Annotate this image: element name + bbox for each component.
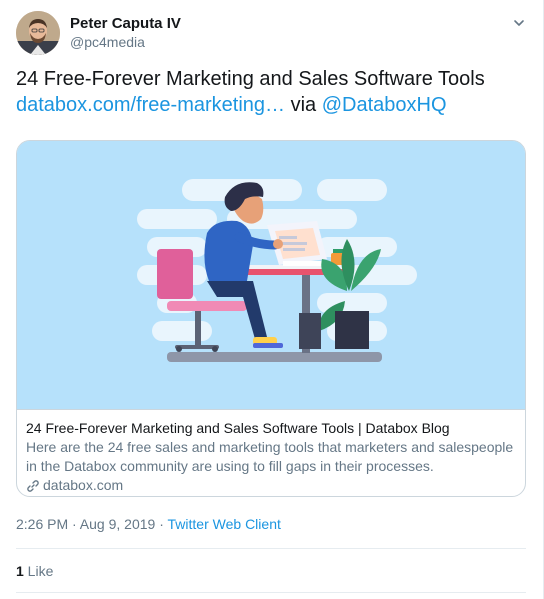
card-image [17,141,525,409]
link-preview-card[interactable]: 24 Free-Forever Marketing and Sales Soft… [16,140,526,497]
timestamp[interactable]: 2:26 PM · Aug 9, 2019 [16,516,155,532]
card-domain: databox.com [26,476,516,495]
author-avatar[interactable] [16,11,60,55]
tweet-text-line: 24 Free-Forever Marketing and Sales Soft… [16,68,485,90]
like-label: Like [23,563,54,579]
tweet-text: 24 Free-Forever Marketing and Sales Soft… [16,66,526,118]
tweet-metadata: 2:26 PM · Aug 9, 2019 · Twitter Web Clie… [16,516,281,532]
tweet-url-link[interactable]: databox.com/free-marketing… [16,94,285,116]
meta-separator: · [155,516,168,532]
mention-link[interactable]: @DataboxHQ [322,94,447,116]
client-link[interactable]: Twitter Web Client [168,516,281,532]
divider [16,548,526,549]
like-count[interactable]: 1 Like [16,563,53,579]
via-text: via [285,94,322,116]
tweet: Peter Caputa IV @pc4media 24 Free-Foreve… [0,0,544,599]
card-title: 24 Free-Forever Marketing and Sales Soft… [26,420,450,436]
person-avatar-icon [16,11,60,55]
author-handle[interactable]: @pc4media [70,34,145,50]
chevron-down-icon[interactable] [510,14,528,32]
author-name[interactable]: Peter Caputa IV [70,15,181,32]
card-body: 24 Free-Forever Marketing and Sales Soft… [17,409,525,496]
like-count-number: 1 [16,563,24,579]
card-domain-text: databox.com [43,477,124,493]
person-at-desk-illustration-icon [17,141,525,409]
card-description: Here are the 24 free sales and marketing… [26,439,514,474]
divider [16,592,526,593]
link-icon [27,479,39,492]
